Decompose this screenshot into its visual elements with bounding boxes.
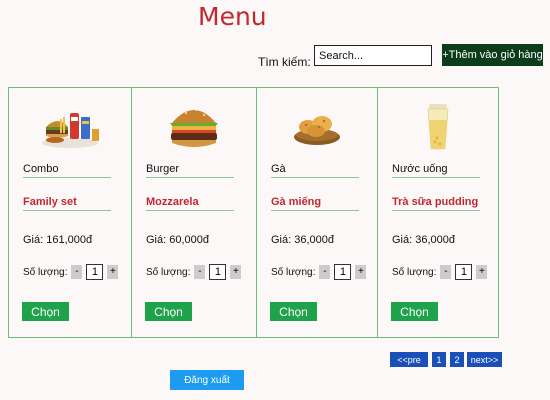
- product-card: Gà Gà miếng Giá: 36,000đ Số lượng: - + C…: [257, 88, 378, 337]
- product-price: Giá: 36,000đ: [392, 234, 455, 246]
- quantity-label: Số lượng:: [146, 266, 191, 278]
- product-name: Family set: [23, 196, 111, 211]
- increase-quantity-button[interactable]: +: [230, 265, 242, 279]
- milk-tea-icon: [378, 96, 498, 158]
- product-name: Trà sữa pudding: [392, 196, 480, 211]
- page-2-button[interactable]: 2: [450, 352, 464, 367]
- burger-icon: [132, 96, 256, 158]
- quantity-label: Số lượng:: [271, 266, 316, 278]
- next-page-button[interactable]: next>>: [467, 352, 502, 367]
- quantity-field[interactable]: [334, 264, 352, 280]
- increase-quantity-button[interactable]: +: [107, 265, 119, 279]
- product-price: Giá: 36,000đ: [271, 234, 334, 246]
- product-category: Combo: [23, 163, 111, 178]
- quantity-label: Số lượng:: [23, 266, 68, 278]
- quantity-field[interactable]: [209, 264, 227, 280]
- combo-meal-icon: [9, 96, 131, 158]
- decrease-quantity-button[interactable]: -: [319, 265, 331, 279]
- quantity-stepper: Số lượng: - +: [392, 264, 488, 280]
- decrease-quantity-button[interactable]: -: [194, 265, 206, 279]
- choose-button[interactable]: Chọn: [22, 302, 69, 321]
- fried-chicken-icon: [257, 96, 377, 158]
- product-card: Burger Mozzarela Giá: 60,000đ Số lượng: …: [132, 88, 257, 337]
- choose-button[interactable]: Chọn: [145, 302, 192, 321]
- decrease-quantity-button[interactable]: -: [71, 265, 83, 279]
- decrease-quantity-button[interactable]: -: [440, 265, 452, 279]
- increase-quantity-button[interactable]: +: [355, 265, 367, 279]
- product-name: Mozzarela: [146, 196, 234, 211]
- quantity-stepper: Số lượng: - +: [146, 264, 242, 280]
- choose-button[interactable]: Chọn: [391, 302, 438, 321]
- page-title: Menu: [198, 2, 267, 31]
- product-card: Nước uống Trà sữa pudding Giá: 36,000đ S…: [378, 88, 498, 337]
- product-price: Giá: 60,000đ: [146, 234, 209, 246]
- product-category: Burger: [146, 163, 234, 178]
- choose-button[interactable]: Chọn: [270, 302, 317, 321]
- product-card: Combo Family set Giá: 161,000đ Số lượng:…: [9, 88, 132, 337]
- add-to-cart-button[interactable]: +Thêm vào giỏ hàng: [442, 44, 543, 66]
- quantity-stepper: Số lượng: - +: [23, 264, 119, 280]
- product-name: Gà miếng: [271, 196, 359, 211]
- logout-button[interactable]: Đăng xuất: [170, 370, 244, 390]
- quantity-label: Số lượng:: [392, 266, 437, 278]
- quantity-stepper: Số lượng: - +: [271, 264, 367, 280]
- increase-quantity-button[interactable]: +: [476, 265, 488, 279]
- quantity-field[interactable]: [455, 264, 473, 280]
- search-label: Tìm kiếm:: [258, 55, 311, 69]
- product-grid: Combo Family set Giá: 161,000đ Số lượng:…: [8, 87, 499, 338]
- product-price: Giá: 161,000đ: [23, 234, 93, 246]
- product-category: Nước uống: [392, 163, 480, 178]
- product-category: Gà: [271, 163, 359, 178]
- page-1-button[interactable]: 1: [432, 352, 446, 367]
- search-input[interactable]: [314, 45, 432, 66]
- prev-page-button[interactable]: <<pre: [390, 352, 428, 367]
- quantity-field[interactable]: [86, 264, 104, 280]
